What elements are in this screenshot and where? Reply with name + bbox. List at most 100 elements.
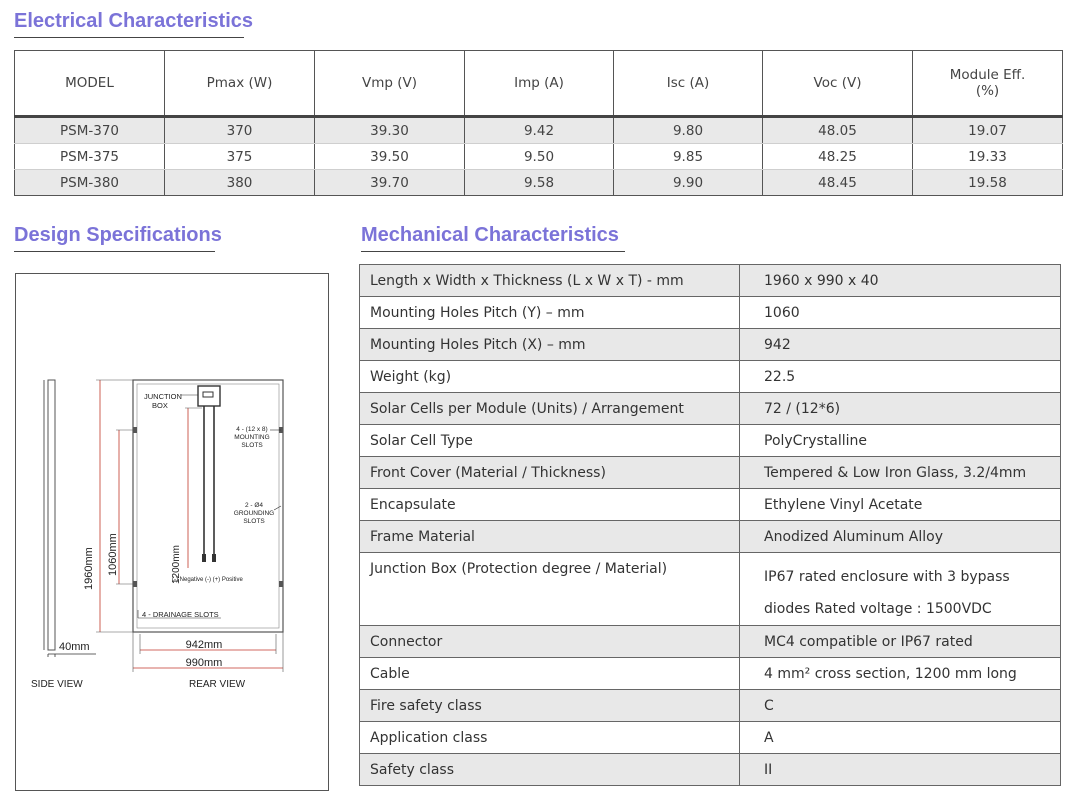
mechanical-title-underline (361, 251, 625, 252)
mech-value: IP67 rated enclosure with 3 bypass diodes… (739, 552, 1061, 626)
header-module-eff-label: Module Eff. (%) (949, 67, 1026, 99)
mech-label: Safety class (359, 753, 740, 786)
cell-vmp: 39.30 (314, 115, 465, 144)
table-row: PSM-370 370 39.30 9.42 9.80 48.05 19.07 (14, 115, 1063, 144)
cell-isc: 9.85 (613, 143, 763, 170)
mech-value: 22.5 (739, 360, 1061, 393)
table-row: Mounting Holes Pitch (X) – mm 942 (359, 328, 1061, 361)
mech-value: Ethylene Vinyl Acetate (739, 488, 1061, 521)
mech-value: Tempered & Low Iron Glass, 3.2/4mm (739, 456, 1061, 489)
mech-label: Solar Cells per Module (Units) / Arrange… (359, 392, 740, 425)
mech-value: 1060 (739, 296, 1061, 329)
mech-value: Anodized Aluminum Alloy (739, 520, 1061, 553)
cell-model: PSM-375 (14, 143, 165, 170)
mech-value: 4 mm² cross section, 1200 mm long (739, 657, 1061, 690)
table-row: Cable 4 mm² cross section, 1200 mm long (359, 657, 1061, 690)
cell-pmax: 375 (164, 143, 315, 170)
header-isc: Isc (A) (613, 50, 763, 117)
mech-label: Weight (kg) (359, 360, 740, 393)
mech-value: 1960 x 990 x 40 (739, 264, 1061, 297)
mech-label: Encapsulate (359, 488, 740, 521)
mech-value: 942 (739, 328, 1061, 361)
cell-model: PSM-380 (14, 169, 165, 196)
table-row: PSM-380 380 39.70 9.58 9.90 48.45 19.58 (14, 169, 1063, 196)
label-1960: 1960mm (83, 547, 95, 590)
junction-box-shape (197, 385, 221, 407)
header-vmp: Vmp (V) (314, 50, 465, 117)
table-row: Connector MC4 compatible or IP67 rated (359, 625, 1061, 658)
table-row: Solar Cells per Module (Units) / Arrange… (359, 392, 1061, 425)
mechanical-table: Length x Width x Thickness (L x W x T) -… (359, 264, 1061, 786)
header-voc: Voc (V) (762, 50, 913, 117)
cell-pmax: 380 (164, 169, 315, 196)
mech-label: Mounting Holes Pitch (Y) – mm (359, 296, 740, 329)
cell-voc: 48.05 (762, 115, 913, 144)
mech-label: Fire safety class (359, 689, 740, 722)
table-row: PSM-375 375 39.50 9.50 9.85 48.25 19.33 (14, 143, 1063, 170)
mech-label: Front Cover (Material / Thickness) (359, 456, 740, 489)
header-model: MODEL (14, 50, 165, 117)
mech-label: Mounting Holes Pitch (X) – mm (359, 328, 740, 361)
mech-value: II (739, 753, 1061, 786)
label-942: 942mm (186, 639, 223, 651)
cell-vmp: 39.70 (314, 169, 465, 196)
table-row: Solar Cell Type PolyCrystalline (359, 424, 1061, 457)
cell-eff: 19.07 (912, 115, 1063, 144)
mech-label: Cable (359, 657, 740, 690)
design-title-underline (14, 251, 215, 252)
cell-isc: 9.80 (613, 115, 763, 144)
label-40: 40mm (59, 641, 90, 653)
side-view-frame (47, 379, 56, 651)
mech-label: Application class (359, 721, 740, 754)
mech-value: A (739, 721, 1061, 754)
mech-label: Connector (359, 625, 740, 658)
table-row: Encapsulate Ethylene Vinyl Acetate (359, 488, 1061, 521)
table-row: Front Cover (Material / Thickness) Temper… (359, 456, 1061, 489)
table-row: Application class A (359, 721, 1061, 754)
mech-value: C (739, 689, 1061, 722)
cell-imp: 9.50 (464, 143, 614, 170)
cell-model: PSM-370 (14, 115, 165, 144)
electrical-table: MODEL Pmax (W) Vmp (V) Imp (A) Isc (A) V… (14, 50, 1063, 196)
label-side-view: SIDE VIEW (31, 679, 83, 690)
header-module-eff: Module Eff. (%) (912, 50, 1063, 117)
cell-vmp: 39.50 (314, 143, 465, 170)
design-title: Design Specifications (14, 224, 222, 246)
mech-label: Junction Box (Protection degree / Materi… (359, 552, 740, 626)
cell-eff: 19.58 (912, 169, 1063, 196)
mech-label: Frame Material (359, 520, 740, 553)
cell-imp: 9.42 (464, 115, 614, 144)
cell-voc: 48.45 (762, 169, 913, 196)
label-rear-view: REAR VIEW (189, 679, 246, 690)
electrical-header-row: MODEL Pmax (W) Vmp (V) Imp (A) Isc (A) V… (14, 50, 1063, 117)
cell-voc: 48.25 (762, 143, 913, 170)
label-990: 990mm (186, 657, 223, 669)
table-row: Weight (kg) 22.5 (359, 360, 1061, 393)
table-row: Frame Material Anodized Aluminum Alloy (359, 520, 1061, 553)
mech-value: MC4 compatible or IP67 rated (739, 625, 1061, 658)
table-row: Safety class II (359, 753, 1061, 786)
design-drawing: JUNCTION BOX 4 - (12 x 8) MOUNTING SLOTS 2 … (15, 273, 329, 791)
header-imp: Imp (A) (464, 50, 614, 117)
table-row: Fire safety class C (359, 689, 1061, 722)
table-row: Mounting Holes Pitch (Y) – mm 1060 (359, 296, 1061, 329)
electrical-title-underline (14, 37, 244, 38)
label-drainage: 4 - DRAINAGE SLOTS (142, 610, 219, 619)
cell-imp: 9.58 (464, 169, 614, 196)
cell-pmax: 370 (164, 115, 315, 144)
panel-drawing-svg: JUNCTION BOX 4 - (12 x 8) MOUNTING SLOTS 2 … (31, 379, 284, 690)
mech-value: PolyCrystalline (739, 424, 1061, 457)
electrical-title: Electrical Characteristics (14, 10, 254, 32)
cell-isc: 9.90 (613, 169, 763, 196)
header-pmax: Pmax (W) (164, 50, 315, 117)
cell-eff: 19.33 (912, 143, 1063, 170)
label-1060: 1060mm (107, 533, 119, 576)
label-polarity: (-) Negative (-) (+) Positive (172, 577, 244, 583)
mech-value: 72 / (12*6) (739, 392, 1061, 425)
mech-label: Solar Cell Type (359, 424, 740, 457)
table-row: Junction Box (Protection degree / Materi… (359, 552, 1061, 626)
mech-label: Length x Width x Thickness (L x W x T) -… (359, 264, 740, 297)
table-row: Length x Width x Thickness (L x W x T) -… (359, 264, 1061, 297)
mechanical-title: Mechanical Characteristics (361, 224, 619, 246)
label-1200: 1200mm (171, 545, 182, 584)
